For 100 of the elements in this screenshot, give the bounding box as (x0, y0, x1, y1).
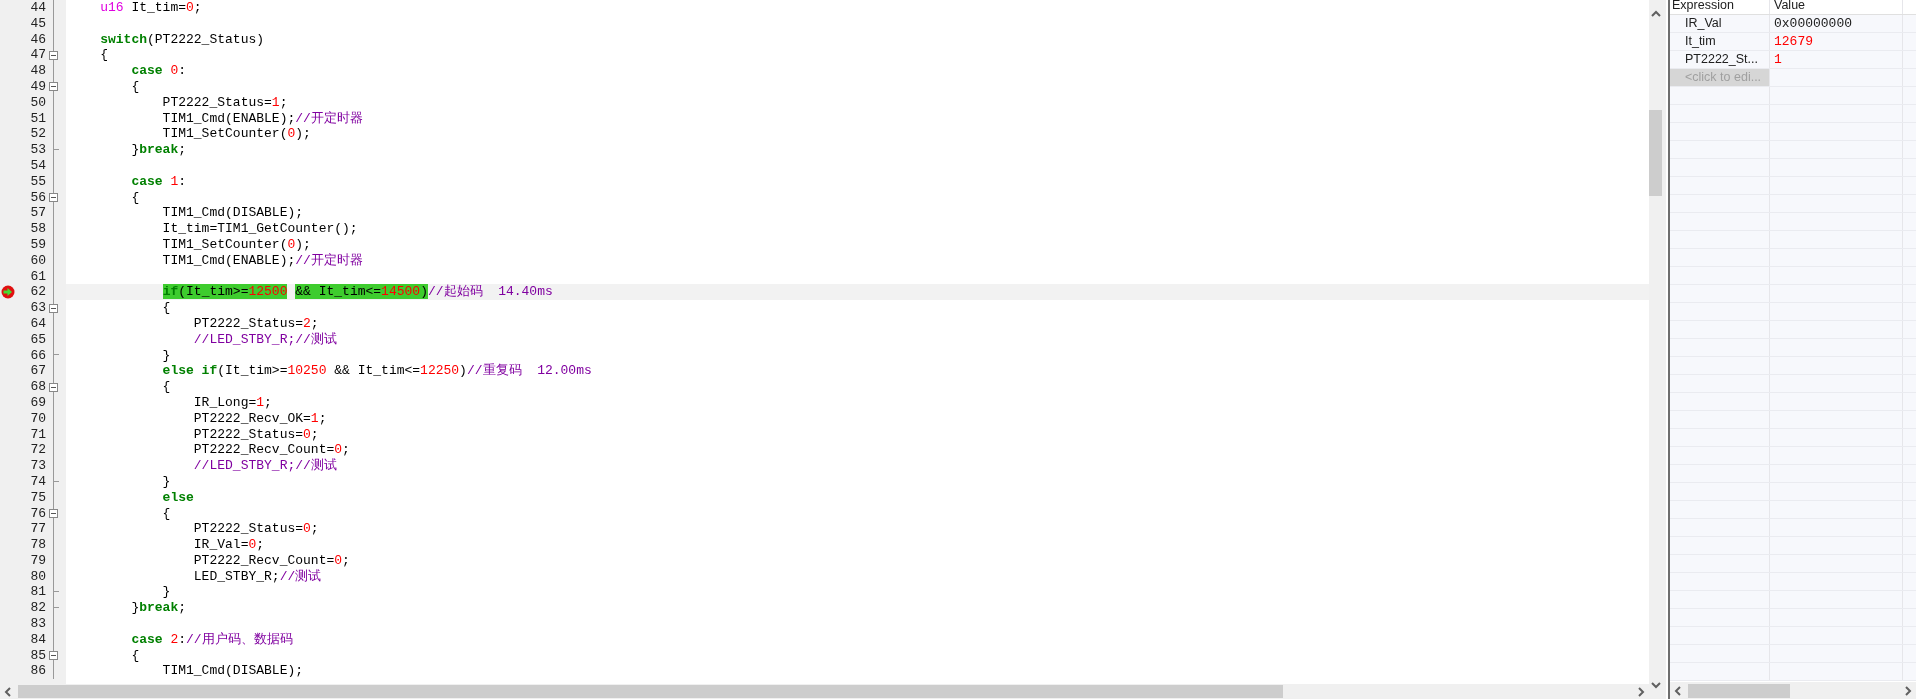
line-number: 59 (29, 236, 46, 253)
line-number: 57 (29, 205, 46, 222)
line-number: 81 (29, 584, 46, 601)
code-line: { (130, 647, 140, 664)
line-number: 60 (29, 252, 46, 269)
code-line: TIM1_Cmd(ENABLE);//开定时器 (161, 252, 363, 269)
code-line: PT2222_Recv_Count=0; (192, 552, 350, 569)
line-number: 74 (29, 473, 46, 490)
code-line: PT2222_Status=2; (192, 315, 319, 332)
code-line: TIM1_Cmd(ENABLE);//开定时器 (161, 110, 363, 127)
code-line: { (99, 47, 108, 64)
code-line: } (161, 584, 171, 601)
scroll-up-icon[interactable] (1650, 10, 1661, 18)
code-line: { (130, 189, 140, 206)
code-line: IR_Val=0; (192, 537, 265, 553)
line-number: 47 (29, 47, 46, 64)
collapse-icon[interactable] (49, 50, 58, 60)
expression-cell: PT2222_St... (1670, 51, 1770, 68)
code-line: PT2222_Recv_OK=1; (192, 410, 327, 427)
code-line: TIM1_Cmd(DISABLE); (161, 205, 304, 222)
line-number: 79 (29, 552, 46, 569)
line-number: 76 (29, 505, 46, 522)
code-line: } (161, 347, 171, 364)
scrollbar-thumb[interactable] (18, 685, 1283, 698)
code-line: else if(It_tim>=10250 && It_tim<=12250)//重复码 12.00ms (161, 363, 592, 380)
value-cell: 0x00000000 (1770, 15, 1903, 32)
code-line: //LED_STBY_R;//测试 (192, 331, 337, 348)
code-line: switch(PT2222_Status) (99, 31, 265, 48)
code-line: TIM1_SetCounter(0); (161, 236, 311, 253)
code-line: { (161, 505, 171, 522)
line-number: 73 (29, 458, 46, 474)
column-header[interactable]: Value (1770, 0, 1903, 14)
line-number: 45 (29, 15, 46, 32)
code-line: //LED_STBY_R;//测试 (192, 458, 337, 474)
line-number: 61 (29, 268, 46, 285)
code-line: else (161, 489, 194, 506)
line-number: 75 (29, 489, 46, 506)
code-line: }break; (130, 600, 187, 617)
scroll-left-icon[interactable] (4, 686, 12, 697)
line-number: 64 (29, 315, 46, 332)
line-number: 53 (29, 142, 46, 158)
line-number: 44 (29, 0, 46, 16)
line-number: 63 (29, 300, 46, 316)
line-number: 58 (29, 221, 46, 237)
collapse-icon[interactable] (49, 192, 58, 202)
line-number: 65 (29, 331, 46, 348)
scroll-down-icon[interactable] (1650, 681, 1661, 689)
scroll-right-icon[interactable] (1904, 685, 1912, 696)
expression-cell: IR_Val (1670, 15, 1770, 32)
code-line: PT2222_Status=1; (161, 94, 288, 111)
collapse-icon[interactable] (49, 508, 58, 518)
code-line: IR_Long=1; (192, 394, 272, 411)
code-line: LED_STBY_R;//测试 (192, 568, 322, 585)
column-header[interactable]: Expression (1670, 0, 1770, 14)
line-number: 49 (29, 79, 46, 95)
line-number: 68 (29, 379, 46, 395)
code-line: case 1: (130, 173, 187, 190)
line-number: 80 (29, 568, 46, 585)
code-line: PT2222_Recv_Count=0; (192, 442, 350, 458)
line-number: 83 (29, 616, 46, 632)
line-number: 55 (29, 173, 46, 190)
line-number: 51 (29, 110, 46, 127)
code-line: { (130, 79, 140, 95)
line-number: 62 (29, 284, 46, 301)
line-number: 48 (29, 63, 46, 79)
collapse-icon[interactable] (49, 382, 58, 392)
scroll-left-icon[interactable] (1674, 685, 1682, 696)
line-number: 84 (29, 631, 46, 648)
line-number: 70 (29, 410, 46, 427)
value-cell: 12679 (1770, 33, 1903, 50)
code-line: }break; (130, 142, 187, 158)
code-line: PT2222_Status=0; (192, 521, 319, 538)
line-number: 77 (29, 521, 46, 538)
line-number: 85 (29, 647, 46, 664)
collapse-icon[interactable] (49, 651, 58, 661)
code-line: PT2222_Status=0; (192, 426, 319, 443)
value-cell: 1 (1770, 51, 1903, 68)
execution-arrow-icon (1, 285, 15, 300)
collapse-icon[interactable] (49, 82, 58, 92)
code-line: { (161, 379, 171, 395)
line-number: 71 (29, 426, 46, 443)
code-line: { (161, 300, 171, 316)
expression-cell: It_tim (1670, 33, 1770, 50)
line-number: 82 (29, 600, 46, 617)
scrollbar-thumb[interactable] (1649, 110, 1662, 196)
code-line: u16 It_tim=0; (99, 0, 202, 16)
line-number: 56 (29, 189, 46, 206)
scrollbar-thumb[interactable] (1688, 683, 1790, 698)
line-number: 78 (29, 537, 46, 553)
line-number: 46 (29, 31, 46, 48)
line-number: 69 (29, 394, 46, 411)
code-line: TIM1_Cmd(DISABLE); (161, 663, 304, 680)
line-number: 52 (29, 126, 46, 143)
line-number: 67 (29, 363, 46, 380)
line-number: 50 (29, 94, 46, 111)
code-line: } (161, 473, 171, 490)
scroll-right-icon[interactable] (1637, 686, 1645, 697)
collapse-icon[interactable] (49, 303, 58, 313)
code-line: case 2://用户码、数据码 (130, 631, 293, 648)
code-line: It_tim=TIM1_GetCounter(); (161, 221, 358, 237)
